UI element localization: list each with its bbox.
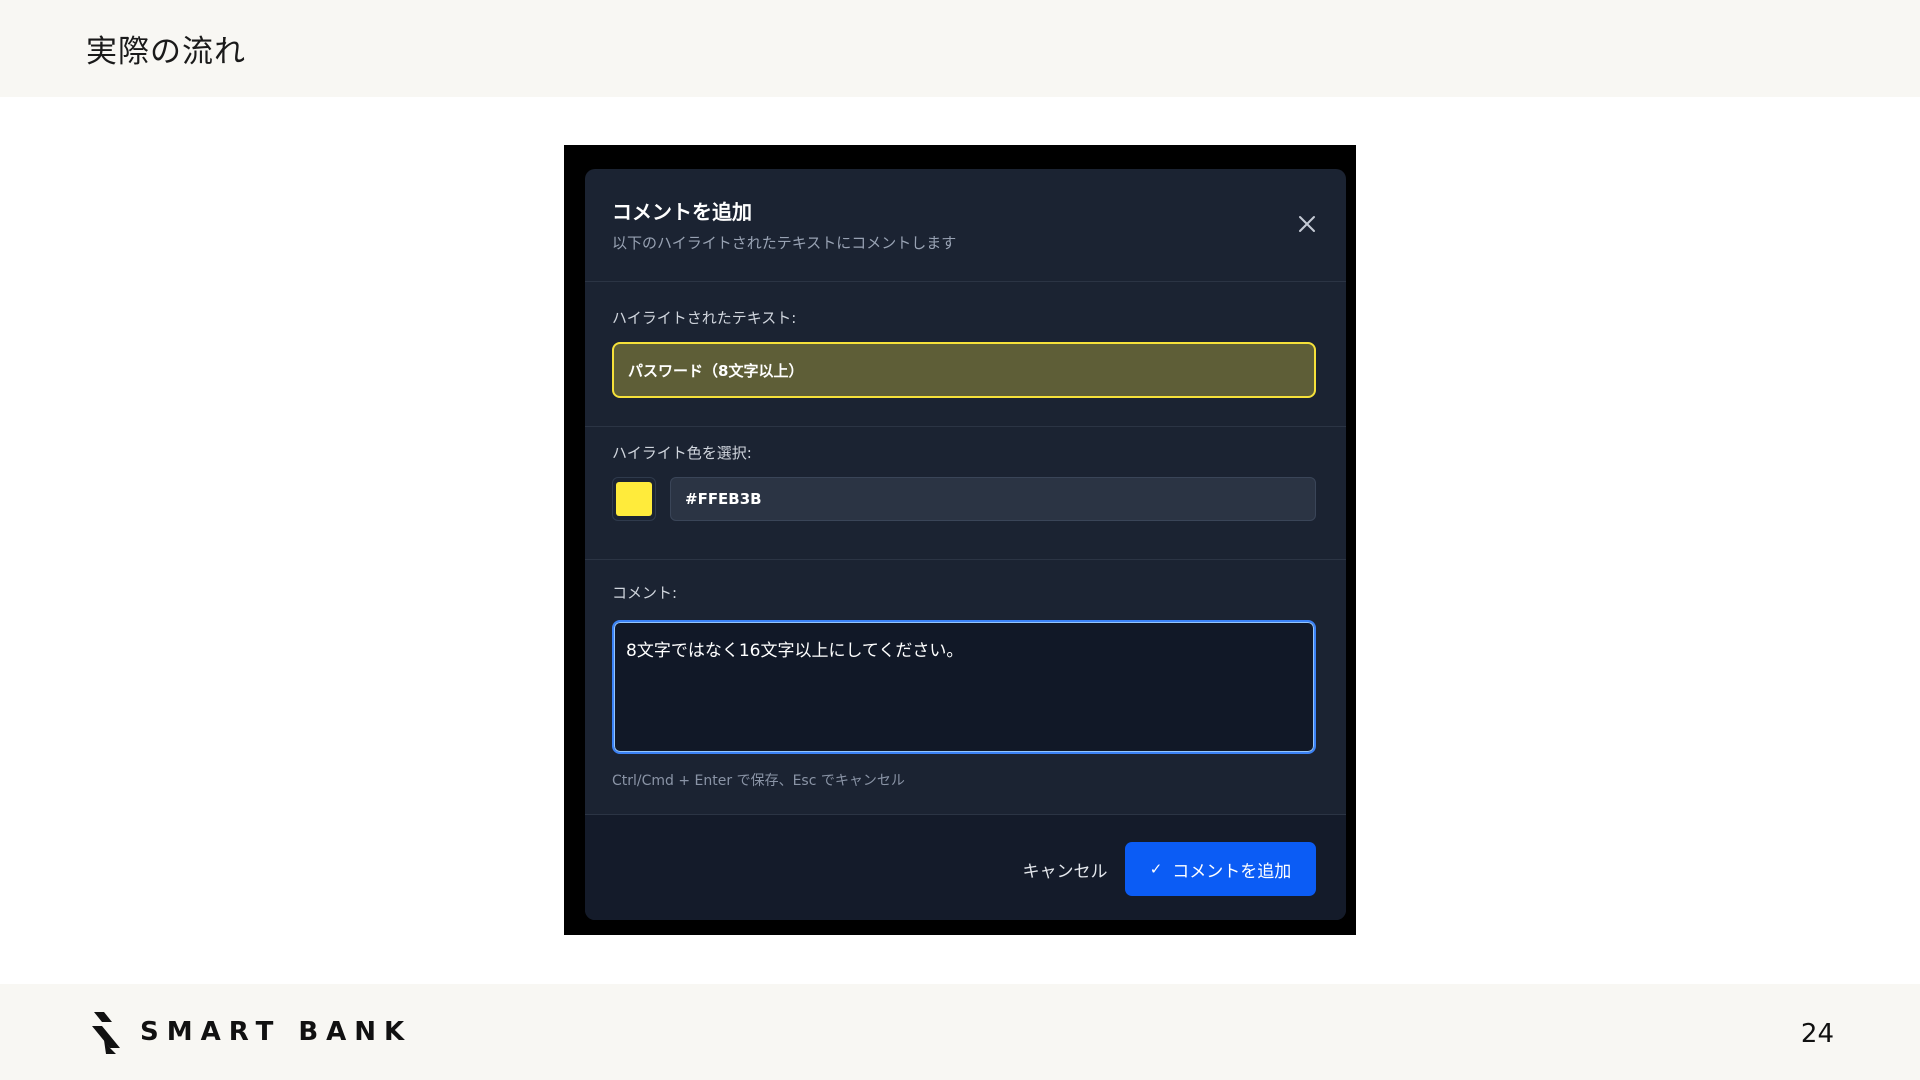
dialog-header: コメントを追加 以下のハイライトされたテキストにコメントします: [585, 169, 1346, 282]
check-icon: ✓: [1149, 860, 1163, 878]
smartbank-logo-mark-icon: [92, 1012, 120, 1054]
slide-header: 実際の流れ: [0, 0, 1920, 97]
dialog-footer: キャンセル ✓ コメントを追加: [585, 815, 1346, 920]
highlight-color-section: ハイライト色を選択:: [585, 427, 1346, 560]
highlighted-text-section: ハイライトされたテキスト: パスワード（8文字以上）: [585, 282, 1346, 427]
add-comment-dialog: コメントを追加 以下のハイライトされたテキストにコメントします ハイライトされた…: [585, 169, 1346, 920]
smartbank-logo-text: SMART BANK: [140, 1017, 413, 1047]
keyboard-hint: Ctrl/Cmd + Enter で保存、Esc でキャンセル: [612, 773, 905, 789]
comment-section: コメント: 8文字ではなく16文字以上にしてください。 Ctrl/Cmd + E…: [585, 560, 1346, 815]
cancel-button[interactable]: キャンセル: [1005, 842, 1125, 896]
dialog-title: コメントを追加: [612, 200, 752, 224]
slide-title: 実際の流れ: [86, 34, 246, 70]
comment-label: コメント:: [612, 584, 678, 602]
add-comment-button-label: コメントを追加: [1172, 861, 1292, 882]
smartbank-logo: SMART BANK: [90, 1010, 412, 1054]
slide: 実際の流れ コメントを追加 以下のハイライトされたテキストにコメントします ハイ…: [0, 0, 1920, 1080]
highlight-color-label: ハイライト色を選択:: [612, 444, 752, 462]
screenshot-frame: コメントを追加 以下のハイライトされたテキストにコメントします ハイライトされた…: [564, 145, 1356, 935]
color-picker-button[interactable]: [612, 477, 656, 521]
add-comment-button[interactable]: ✓ コメントを追加: [1125, 842, 1316, 896]
color-hex-input[interactable]: [670, 477, 1316, 521]
highlighted-text-label: ハイライトされたテキスト:: [612, 309, 797, 327]
page-number: 24: [1800, 1019, 1834, 1049]
comment-textarea[interactable]: 8文字ではなく16文字以上にしてください。: [612, 620, 1316, 754]
close-icon[interactable]: [1296, 213, 1318, 235]
highlighted-text-value: パスワード（8文字以上）: [612, 342, 1316, 398]
color-swatch: [616, 482, 652, 516]
dialog-subtitle: 以下のハイライトされたテキストにコメントします: [612, 234, 957, 252]
